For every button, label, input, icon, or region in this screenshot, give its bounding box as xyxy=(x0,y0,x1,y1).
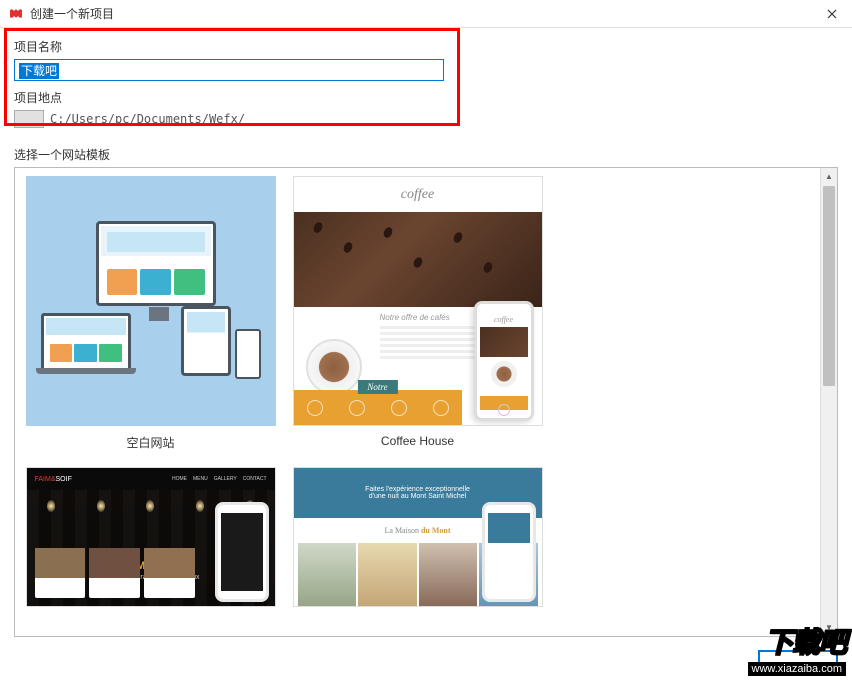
window-title: 创建一个新项目 xyxy=(30,5,812,22)
template-item-blank[interactable]: 空白网站 xyxy=(23,176,278,451)
app-icon xyxy=(8,6,24,22)
template-item-maison[interactable]: Faites l'expérience exceptionnelle d'une… xyxy=(290,467,545,607)
phone-mockup-icon xyxy=(482,502,536,602)
title-bar: 创建一个新项目 xyxy=(0,0,852,28)
template-thumb: FAIM&SOIF HOMEMENUGALLERYCONTACT FAIM&SO… xyxy=(26,467,276,607)
ok-button[interactable] xyxy=(758,650,838,674)
template-name: Coffee House xyxy=(381,434,454,448)
project-name-value: 下载吧 xyxy=(19,63,59,79)
dialog-buttons xyxy=(758,650,838,674)
scroll-up-icon[interactable]: ▲ xyxy=(821,168,837,185)
templates-section-label: 选择一个网站模板 xyxy=(0,140,852,167)
template-item-coffee-house[interactable]: coffee Notre offre de cafés xyxy=(290,176,545,451)
phone-mockup-icon xyxy=(215,502,269,602)
close-icon xyxy=(827,9,837,19)
project-location-label: 项目地点 xyxy=(14,89,838,106)
browse-location-button[interactable] xyxy=(14,110,44,128)
close-button[interactable] xyxy=(812,0,852,28)
tablet-icon xyxy=(181,306,231,376)
templates-scroll-area[interactable]: 空白网站 coffee Notre offre de cafés xyxy=(15,168,820,636)
vertical-scrollbar[interactable]: ▲ ▼ xyxy=(820,168,837,636)
cup-icon xyxy=(306,339,362,395)
template-thumb: Faites l'expérience exceptionnelle d'une… xyxy=(293,467,543,607)
project-name-label: 项目名称 xyxy=(14,38,838,55)
project-name-input[interactable]: 下载吧 xyxy=(14,59,444,81)
scroll-thumb[interactable] xyxy=(823,186,835,386)
templates-panel: 空白网站 coffee Notre offre de cafés xyxy=(14,167,838,637)
template-thumb xyxy=(26,176,276,426)
phone-mockup-icon: coffee xyxy=(474,301,534,421)
template-placeholder xyxy=(557,176,812,451)
template-item-faim-soif[interactable]: FAIM&SOIF HOMEMENUGALLERYCONTACT FAIM&SO… xyxy=(23,467,278,607)
template-name: 空白网站 xyxy=(126,434,174,451)
template-thumb: coffee Notre offre de cafés xyxy=(293,176,543,426)
phone-icon xyxy=(235,329,261,379)
laptop-icon xyxy=(41,313,131,371)
scroll-down-icon[interactable]: ▼ xyxy=(821,619,837,636)
coffee-logo: coffee xyxy=(294,177,542,212)
monitor-icon xyxy=(96,221,216,306)
form-area: 项目名称 下载吧 项目地点 C:/Users/pc/Documents/Wefx… xyxy=(0,28,852,140)
project-location-path: C:/Users/pc/Documents/Wefx/ xyxy=(50,112,245,126)
